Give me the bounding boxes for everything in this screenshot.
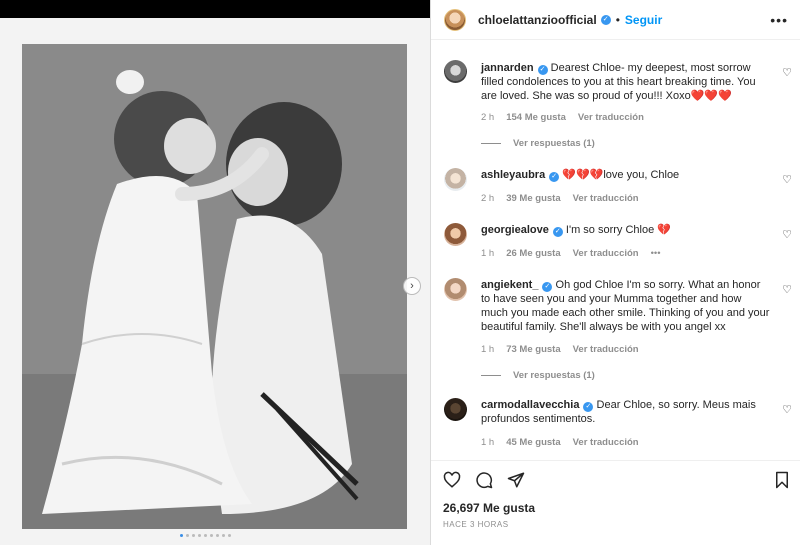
see-translation-link[interactable]: Ver traducción bbox=[573, 437, 639, 448]
comment-like-heart-icon[interactable]: ♡ bbox=[782, 283, 792, 296]
comment-likes[interactable]: 154 Me gusta bbox=[506, 112, 566, 123]
replies-line bbox=[481, 143, 501, 144]
previous-media-strip bbox=[0, 0, 430, 18]
see-translation-link[interactable]: Ver traducción bbox=[578, 112, 644, 123]
carousel-dot bbox=[228, 534, 231, 537]
comment-time: 1 h bbox=[481, 437, 495, 448]
heart-icon[interactable] bbox=[443, 471, 461, 489]
carousel-dot bbox=[204, 534, 207, 537]
comment-meta: 2 h 154 Me gusta Ver traducción bbox=[481, 112, 644, 123]
comments-list: jannarden ✓ Dearest Chloe- my deepest, mo… bbox=[431, 50, 800, 460]
action-icons-row bbox=[443, 471, 525, 489]
carousel-dot bbox=[192, 534, 195, 537]
comment-text: ashleyaubra ✓ 💔💔💔love you, Chloe bbox=[481, 168, 771, 182]
comment-icon[interactable] bbox=[475, 471, 493, 489]
commenter-username[interactable]: jannarden bbox=[481, 62, 534, 74]
post-sidebar: chloelattanzioofficial ✓ • Seguir ••• ja… bbox=[430, 0, 800, 545]
verified-badge-icon: ✓ bbox=[583, 402, 594, 412]
commenter-username[interactable]: georgiealove bbox=[481, 224, 549, 236]
view-replies-link[interactable]: Ver respuestas (1) bbox=[481, 138, 595, 149]
commenter-username[interactable]: ashleyaubra bbox=[481, 169, 545, 181]
post-likes-count[interactable]: 26,697 Me gusta bbox=[443, 501, 535, 515]
photo-illustration bbox=[22, 44, 407, 529]
commenter-username[interactable]: angiekent_ bbox=[481, 279, 538, 291]
share-icon[interactable] bbox=[507, 471, 525, 489]
see-translation-link[interactable]: Ver traducción bbox=[573, 344, 639, 355]
view-replies-label: Ver respuestas (1) bbox=[513, 138, 595, 149]
more-options-icon[interactable]: ••• bbox=[770, 12, 788, 28]
see-translation-link[interactable]: Ver traducción bbox=[573, 248, 639, 259]
carousel-dot bbox=[186, 534, 189, 537]
comment-meta: 2 h 39 Me gusta Ver traducción bbox=[481, 193, 639, 204]
comment-body: 💔💔💔love you, Chloe bbox=[562, 169, 680, 181]
carousel-dot bbox=[180, 534, 183, 537]
comment-time: 2 h bbox=[481, 193, 495, 204]
verified-badge-icon: ✓ bbox=[552, 227, 563, 237]
carousel-dot bbox=[222, 534, 225, 537]
commenter-avatar[interactable] bbox=[444, 398, 467, 421]
comment-like-heart-icon[interactable]: ♡ bbox=[782, 66, 792, 79]
replies-line bbox=[481, 375, 501, 376]
post-actions: 26,697 Me gusta HACE 3 HORAS bbox=[431, 460, 800, 545]
verified-badge-icon: ✓ bbox=[600, 14, 611, 25]
comment-meta: 1 h 73 Me gusta Ver traducción bbox=[481, 344, 639, 355]
separator-dot: • bbox=[615, 12, 620, 27]
commenter-avatar[interactable] bbox=[444, 60, 467, 83]
comment-time: 1 h bbox=[481, 344, 495, 355]
next-media-button[interactable]: › bbox=[403, 277, 421, 295]
comment-text: angiekent_ ✓ Oh god Chloe I'm so sorry. W… bbox=[481, 278, 771, 334]
comment-meta: 1 h 26 Me gusta Ver traducción ••• bbox=[481, 248, 661, 259]
carousel-dot bbox=[210, 534, 213, 537]
comment-meta: 1 h 45 Me gusta Ver traducción bbox=[481, 437, 639, 448]
comment-text: jannarden ✓ Dearest Chloe- my deepest, mo… bbox=[481, 61, 771, 103]
comment-likes[interactable]: 39 Me gusta bbox=[506, 193, 560, 204]
media-pane: › bbox=[0, 0, 430, 545]
post-photo[interactable] bbox=[22, 44, 407, 529]
view-replies-link[interactable]: Ver respuestas (1) bbox=[481, 370, 595, 381]
post-timestamp[interactable]: HACE 3 HORAS bbox=[443, 520, 509, 529]
comment-body: I'm so sorry Chloe 💔 bbox=[565, 224, 671, 236]
comment-likes[interactable]: 26 Me gusta bbox=[506, 248, 560, 259]
author-username[interactable]: chloelattanzioofficial bbox=[478, 13, 597, 27]
follow-button[interactable]: Seguir bbox=[625, 13, 662, 27]
commenter-username[interactable]: carmodallavecchia bbox=[481, 399, 579, 411]
post-header: chloelattanzioofficial ✓ • Seguir ••• bbox=[431, 0, 800, 40]
comment-likes[interactable]: 73 Me gusta bbox=[506, 344, 560, 355]
comment-like-heart-icon[interactable]: ♡ bbox=[782, 228, 792, 241]
comment-text: carmodallavecchia ✓ Dear Chloe, so sorry.… bbox=[481, 398, 771, 426]
comment-time: 2 h bbox=[481, 112, 495, 123]
carousel-indicator bbox=[180, 534, 231, 537]
author-avatar[interactable] bbox=[444, 8, 466, 31]
commenter-avatar[interactable] bbox=[444, 168, 467, 191]
see-translation-link[interactable]: Ver traducción bbox=[573, 193, 639, 204]
verified-badge-icon: ✓ bbox=[537, 65, 548, 75]
view-replies-label: Ver respuestas (1) bbox=[513, 370, 595, 381]
instagram-post-view: › chloelattanzioofficial ✓ • Seguir ••• bbox=[0, 0, 800, 545]
comment-text: georgiealove ✓ I'm so sorry Chloe 💔 bbox=[481, 223, 771, 237]
comment-likes[interactable]: 45 Me gusta bbox=[506, 437, 560, 448]
comment-like-heart-icon[interactable]: ♡ bbox=[782, 403, 792, 416]
comment-more-options-icon[interactable]: ••• bbox=[651, 248, 661, 259]
commenter-avatar[interactable] bbox=[444, 223, 467, 246]
commenter-avatar[interactable] bbox=[444, 278, 467, 301]
verified-badge-icon: ✓ bbox=[542, 282, 553, 292]
carousel-dot bbox=[198, 534, 201, 537]
verified-badge-icon: ✓ bbox=[549, 172, 560, 182]
carousel-dot bbox=[216, 534, 219, 537]
bookmark-icon[interactable] bbox=[773, 471, 791, 489]
comment-time: 1 h bbox=[481, 248, 495, 259]
comment-like-heart-icon[interactable]: ♡ bbox=[782, 173, 792, 186]
